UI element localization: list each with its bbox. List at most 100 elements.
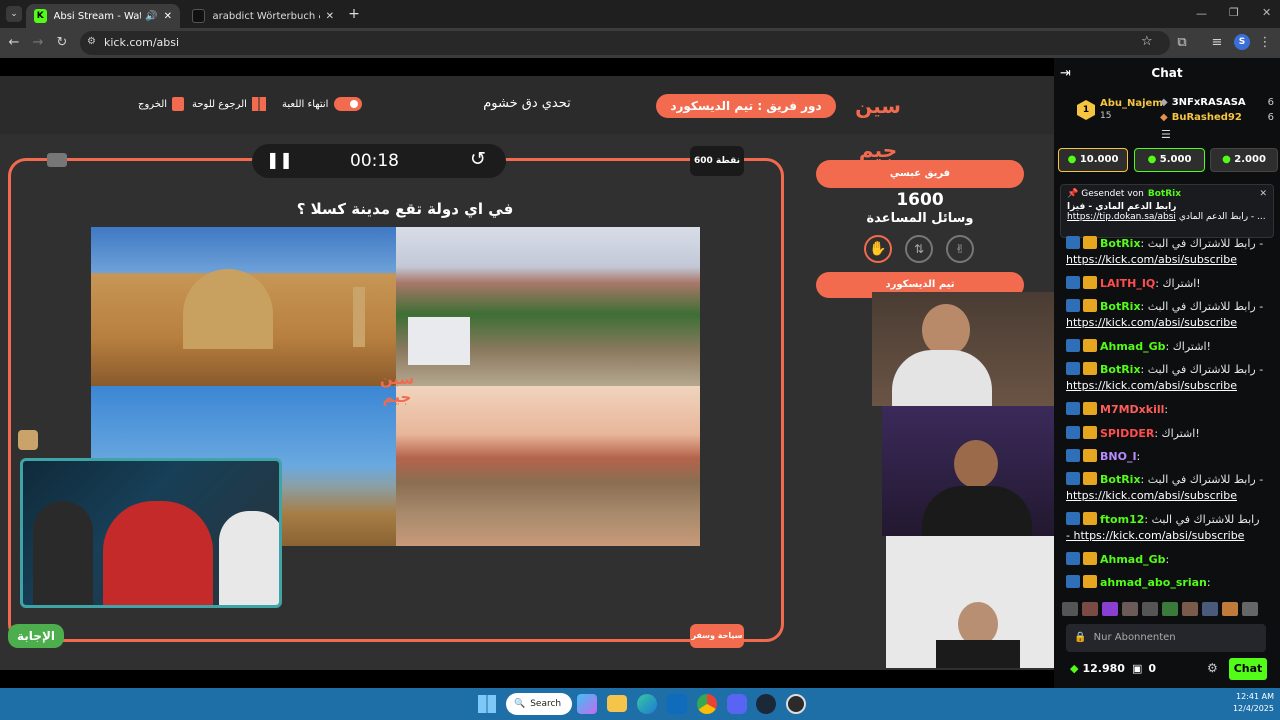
chat-username[interactable]: BotRix (1100, 237, 1141, 250)
menu-icon[interactable]: ⋮ (1256, 34, 1274, 52)
chat-message: Ahmad_Gb: اشتراك! (1066, 339, 1271, 355)
chat-input[interactable]: 🔒 Nur Abonnenten (1066, 624, 1266, 652)
chat-username[interactable]: Ahmad_Gb (1100, 553, 1166, 566)
toggle-icon[interactable] (334, 97, 363, 111)
obs-icon[interactable] (786, 694, 806, 714)
chat-username[interactable]: Ahmad_Gb (1100, 340, 1166, 353)
close-window-icon[interactable]: ✕ (1262, 6, 1271, 19)
chat-text: رابط للاشتراك في البث - (1147, 237, 1264, 250)
chat-username[interactable]: M7MDxkill (1100, 403, 1164, 416)
chat-link[interactable]: https://kick.com/absi/subscribe (1066, 316, 1237, 329)
chat-message: ahmad_abo_srian: (1066, 575, 1271, 591)
chat-username[interactable]: BotRix (1100, 300, 1141, 313)
helper-victory-icon[interactable]: ✌ (946, 235, 974, 263)
emote-icon[interactable] (1062, 602, 1078, 616)
chat-username[interactable]: BotRix (1100, 473, 1141, 486)
helper-hand-icon[interactable]: ✋ (864, 235, 892, 263)
file-explorer-icon[interactable] (607, 695, 627, 712)
reset-timer-icon[interactable]: ↺ (470, 148, 486, 170)
back-to-board-button[interactable]: الرجوع للوحة (192, 97, 266, 111)
top-gifter-count: 15 (1100, 111, 1112, 121)
tab-arabdict[interactable]: arabdict Wörterbuch & Überset ✕ (184, 4, 342, 28)
speaker-icon[interactable]: 🔊 (145, 11, 157, 22)
helper-swap-icon[interactable]: ⇅ (905, 235, 933, 263)
new-tab-button[interactable]: + (346, 6, 362, 22)
clock-time[interactable]: 12:41 AM (1226, 692, 1274, 701)
outlook-icon[interactable] (667, 694, 687, 714)
chat-username[interactable]: SPIDDER (1100, 427, 1154, 440)
top-gifter-name[interactable]: Abu_Najem (1100, 98, 1163, 109)
windows-start-icon[interactable] (478, 695, 496, 713)
moderator-badge-icon (1066, 575, 1080, 588)
expand-chevron-icon[interactable]: ⌄ (1266, 212, 1267, 222)
unpin-icon[interactable]: ✕ (1259, 189, 1267, 199)
tab-absi-stream[interactable]: K Absi Stream - Watch Live o 🔊 ✕ (26, 4, 180, 28)
chat-username[interactable]: BNO_I (1100, 450, 1137, 463)
site-info-icon[interactable]: ⚙ (87, 36, 96, 47)
copilot-icon[interactable] (577, 694, 597, 714)
reload-icon[interactable]: ↻ (53, 34, 71, 52)
gift-tier-2[interactable]: ● 5.000 (1134, 148, 1205, 172)
chat-username[interactable]: ahmad_abo_srian (1100, 576, 1207, 589)
maximize-icon[interactable]: ❐ (1229, 6, 1239, 19)
chat-link[interactable]: - https://kick.com/absi/subscribe (1066, 529, 1244, 542)
gift-tier-1[interactable]: ● 10.000 (1058, 148, 1128, 172)
end-game-button[interactable]: انتهاء اللعبة (282, 97, 363, 111)
filter-icon[interactable]: ☰ (1161, 128, 1171, 141)
moderator-badge-icon (1066, 426, 1080, 439)
tab-list-button[interactable]: ⌄ (6, 6, 22, 22)
emote-icon[interactable] (1222, 602, 1238, 616)
gift-counter[interactable]: ▣ 0 (1132, 662, 1156, 675)
chat-username[interactable]: LAITH_IQ (1100, 277, 1155, 290)
pinned-message[interactable]: 📌 Gesendet von BotRix ✕ رابط الدعم الماد… (1060, 184, 1274, 238)
emote-icon[interactable] (1202, 602, 1218, 616)
browser-tab-bar: ⌄ K Absi Stream - Watch Live o 🔊 ✕ arabd… (0, 0, 1280, 28)
reading-list-icon[interactable]: ≡ (1208, 34, 1226, 52)
settings-gear-icon[interactable]: ⚙ (1207, 661, 1218, 675)
exit-button[interactable]: الخروج (138, 97, 185, 111)
top-list-item[interactable]: ◆ BuRashed92 6 (1160, 112, 1274, 123)
taskbar-search[interactable]: 🔍 Search (506, 693, 572, 715)
emote-icon[interactable] (1122, 602, 1138, 616)
close-tab-icon[interactable]: ✕ (164, 11, 172, 22)
emote-icon[interactable] (1182, 602, 1198, 616)
close-tab-icon[interactable]: ✕ (326, 11, 334, 22)
emote-icon[interactable] (1102, 602, 1118, 616)
send-chat-button[interactable]: Chat (1229, 658, 1267, 680)
chat-message: BotRix: رابط للاشتراك في البث - https://k… (1066, 472, 1271, 504)
back-icon[interactable]: ← (5, 34, 23, 52)
chat-message: BotRix: رابط للاشتراك في البث - https://k… (1066, 362, 1271, 394)
minimize-icon[interactable]: — (1196, 7, 1207, 20)
edge-icon[interactable] (637, 694, 657, 714)
answer-button[interactable]: الإجابة (8, 624, 64, 648)
grid-icon (251, 97, 266, 111)
balance-display[interactable]: ◆ 12.980 (1070, 662, 1125, 675)
emote-icon[interactable] (1082, 602, 1098, 616)
forward-icon[interactable]: → (29, 34, 47, 52)
url-field[interactable]: ⚙ kick.com/absi ☆ (80, 31, 1170, 55)
emote-icon[interactable] (1242, 602, 1258, 616)
steam-icon[interactable] (756, 694, 776, 714)
clock-date[interactable]: 12/4/2025 (1220, 704, 1274, 713)
chat-link[interactable]: https://kick.com/absi/subscribe (1066, 379, 1237, 392)
emote-icon[interactable] (1142, 602, 1158, 616)
chat-message: M7MDxkill: (1066, 402, 1271, 418)
chat-text: رابط للاشتراك في البث - (1147, 363, 1264, 376)
profile-avatar[interactable]: S (1234, 34, 1250, 50)
pause-icon[interactable]: ❚❚ (266, 150, 293, 169)
subscriber-badge-icon (1083, 512, 1097, 525)
bookmark-star-icon[interactable]: ☆ (1141, 34, 1153, 49)
chat-username[interactable]: ftom12 (1100, 513, 1144, 526)
gift-tier-3[interactable]: ● 2.000 (1210, 148, 1278, 172)
chat-link[interactable]: https://kick.com/absi/subscribe (1066, 253, 1237, 266)
chrome-icon[interactable] (697, 694, 717, 714)
top-list-item[interactable]: ◆ 3NFxRASASA 6 (1160, 97, 1274, 108)
side-badge-icon (18, 430, 38, 450)
extensions-icon[interactable]: ⧉ (1173, 34, 1191, 52)
emote-icon[interactable] (1162, 602, 1178, 616)
discord-icon[interactable] (727, 694, 747, 714)
kick-coin-icon: ● (1067, 154, 1077, 165)
chat-link[interactable]: https://kick.com/absi/subscribe (1066, 489, 1237, 502)
chat-username[interactable]: BotRix (1100, 363, 1141, 376)
moderator-badge-icon (1066, 552, 1080, 565)
